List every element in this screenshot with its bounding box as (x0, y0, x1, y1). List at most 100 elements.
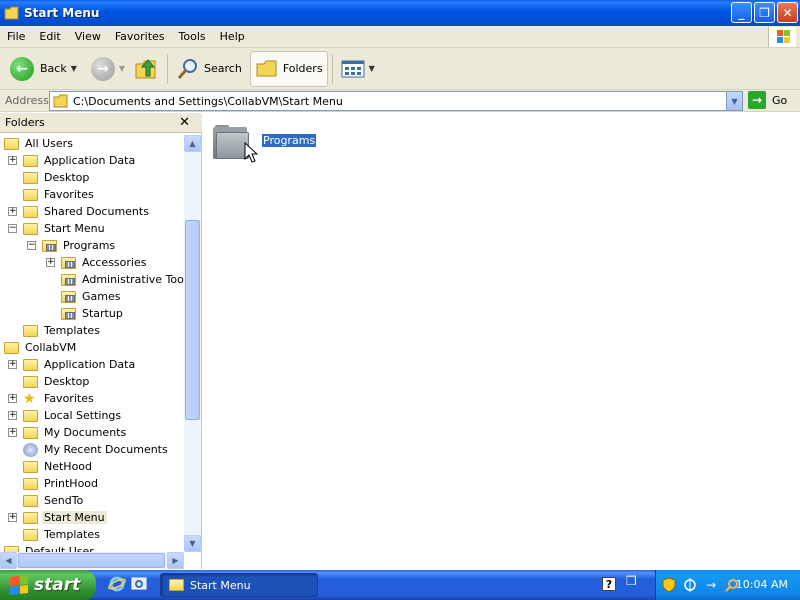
folder-icon (23, 426, 38, 439)
tree-item[interactable]: + Application Data (0, 152, 184, 169)
menu-favorites[interactable]: Favorites (108, 26, 172, 48)
clock[interactable]: 10:04 AM (736, 578, 788, 591)
expand-icon[interactable]: + (8, 428, 17, 437)
tree-item[interactable]: Desktop (0, 373, 184, 390)
show-desktop-icon[interactable] (130, 575, 148, 593)
tree-item[interactable]: + My Documents (0, 424, 184, 441)
network-icon[interactable] (682, 577, 698, 593)
scroll-down-icon[interactable]: ▼ (184, 535, 201, 552)
scroll-up-icon[interactable]: ▲ (184, 135, 201, 152)
tree-item[interactable]: Administrative Tools (0, 271, 184, 288)
search-icon (177, 58, 198, 79)
collapse-icon[interactable]: − (8, 224, 17, 233)
title-bar[interactable]: Start Menu _ ❐ ✕ (0, 0, 800, 26)
tree-item[interactable]: + Application Data (0, 356, 184, 373)
expand-icon[interactable]: + (8, 411, 17, 420)
tree-item-label: Local Settings (44, 409, 122, 422)
close-icon[interactable]: ✕ (179, 115, 190, 130)
scroll-left-icon[interactable]: ◀ (0, 552, 17, 569)
tree-item[interactable]: Templates (0, 322, 184, 339)
programs-folder-icon (61, 307, 76, 320)
forward-button[interactable]: → ▼ (87, 51, 129, 87)
scrollbar-thumb[interactable] (185, 220, 200, 420)
expand-icon[interactable]: + (46, 258, 55, 267)
expand-icon[interactable]: + (8, 156, 17, 165)
menu-view[interactable]: View (68, 26, 108, 48)
internet-explorer-icon[interactable] (108, 575, 126, 593)
menu-bar: File Edit View Favorites Tools Help (0, 26, 800, 48)
mouse-cursor-icon (244, 142, 259, 163)
views-button[interactable]: ▼ (337, 51, 379, 87)
tree-item-label: Favorites (44, 188, 94, 201)
taskbar-item-label: Start Menu (190, 578, 251, 592)
start-button[interactable]: start (0, 570, 96, 600)
search-label: Search (204, 62, 242, 75)
search-button[interactable]: Search (172, 51, 246, 87)
folder-icon (23, 511, 38, 524)
tree-item[interactable]: PrintHood (0, 475, 184, 492)
expand-icon[interactable]: + (8, 207, 17, 216)
folder-icon (4, 341, 19, 354)
address-input[interactable]: C:\Documents and Settings\CollabVM\Start… (49, 91, 743, 111)
tree-item[interactable]: + Shared Documents (0, 203, 184, 220)
folder-icon (53, 94, 68, 108)
expand-icon[interactable]: + (8, 513, 17, 522)
address-dropdown-button[interactable]: ▼ (726, 92, 742, 110)
menu-help[interactable]: Help (213, 26, 252, 48)
tree-item[interactable]: Default User (0, 543, 184, 552)
tree-item[interactable]: − Start Menu (0, 220, 184, 237)
tree-item-label: Programs (63, 239, 116, 252)
back-button[interactable]: ← Back ▼ (6, 51, 81, 87)
scrollbar-thumb[interactable] (18, 553, 165, 568)
tree-item-label: SendTo (44, 494, 84, 507)
tree-item[interactable]: − Programs (0, 237, 184, 254)
tree-item[interactable]: SendTo (0, 492, 184, 509)
security-shield-icon[interactable] (661, 577, 677, 593)
tree-item[interactable]: NetHood (0, 458, 184, 475)
chevron-down-icon[interactable]: ▼ (369, 64, 375, 73)
go-label: Go (772, 93, 788, 107)
programs-item-label[interactable]: Programs (260, 133, 318, 148)
address-label: Address (5, 94, 49, 107)
chevron-down-icon[interactable]: ▼ (71, 64, 77, 73)
expand-icon[interactable]: + (8, 394, 17, 403)
tree-item[interactable]: + Local Settings (0, 407, 184, 424)
go-button[interactable]: → Go (748, 91, 787, 109)
folders-button[interactable]: Folders (249, 50, 328, 87)
minimize-button[interactable]: _ (731, 2, 752, 23)
close-button[interactable]: ✕ (777, 2, 798, 23)
menu-tools[interactable]: Tools (172, 26, 213, 48)
help-icon[interactable]: ? (602, 577, 616, 591)
tree-item[interactable]: My Recent Documents (0, 441, 184, 458)
chevron-down-icon[interactable]: ▼ (119, 64, 125, 73)
taskbar-item-start-menu[interactable]: Start Menu (160, 573, 318, 597)
vertical-scrollbar[interactable]: ▲ ▼ (184, 135, 201, 552)
folder-icon (23, 358, 38, 371)
up-button[interactable] (129, 51, 163, 87)
scroll-right-icon[interactable]: ▶ (167, 552, 184, 569)
tree-item[interactable]: + Start Menu (0, 509, 184, 526)
folder-tree: All Users + Application Data Desktop Favorit… (0, 135, 184, 552)
tree-item[interactable]: Desktop (0, 169, 184, 186)
tree-item-label: Favorites (44, 392, 94, 405)
tree-item[interactable]: Favorites (0, 186, 184, 203)
tree-item[interactable]: All Users (0, 135, 184, 152)
tree-item-label: Start Menu (42, 511, 107, 524)
programs-folder-icon (61, 273, 76, 286)
maximize-button[interactable]: ❐ (754, 2, 775, 23)
tree-item[interactable]: Startup (0, 305, 184, 322)
menu-file[interactable]: File (0, 26, 32, 48)
menu-edit[interactable]: Edit (32, 26, 67, 48)
tree-item[interactable]: + ★ Favorites (0, 390, 184, 407)
tree-item[interactable]: Templates (0, 526, 184, 543)
collapse-icon[interactable]: − (27, 241, 36, 250)
content-area[interactable]: Programs (203, 113, 800, 569)
restore-icon[interactable]: ❒ (626, 574, 637, 588)
connection-icon[interactable]: → (703, 577, 719, 593)
tree-item[interactable]: CollabVM (0, 339, 184, 356)
tree-item[interactable]: + Accessories (0, 254, 184, 271)
tree-item[interactable]: Games (0, 288, 184, 305)
tree-item-label: My Recent Documents (44, 443, 168, 456)
horizontal-scrollbar[interactable]: ◀ ▶ (0, 552, 184, 569)
expand-icon[interactable]: + (8, 360, 17, 369)
